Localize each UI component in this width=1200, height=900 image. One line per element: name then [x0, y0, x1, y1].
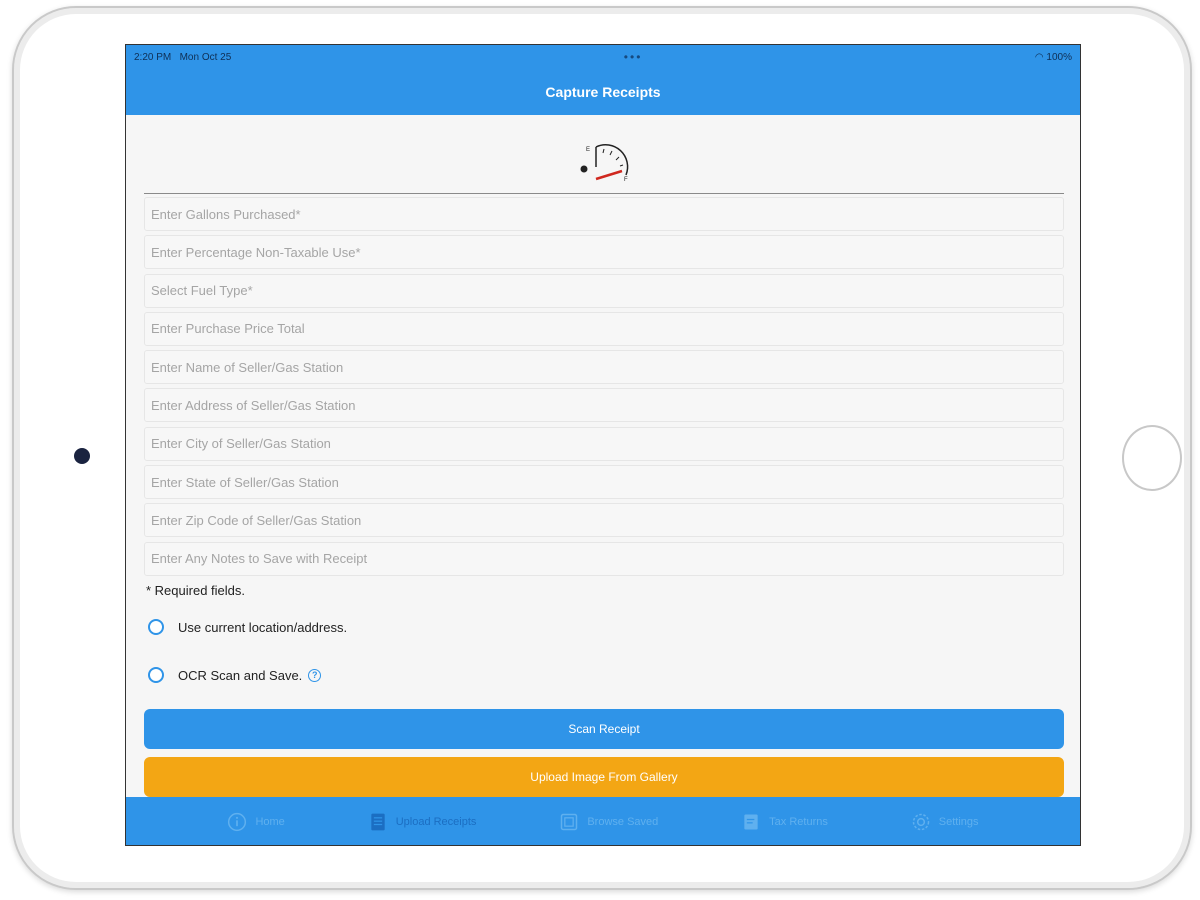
info-icon [227, 810, 247, 834]
seller-zip-input[interactable] [144, 503, 1064, 538]
gear-icon [911, 810, 931, 834]
nav-bar: Capture Receipts [126, 69, 1080, 115]
tab-browse-saved[interactable]: Browse Saved [559, 810, 658, 834]
tab-upload-receipts[interactable]: Upload Receipts [368, 810, 477, 834]
tab-bar: Home Upload Receipts Browse Saved Tax Re… [126, 797, 1080, 845]
app-screen: 2:20 PM Mon Oct 25 ••• ◠ 100% Capture Re… [125, 44, 1081, 846]
header-divider [144, 193, 1064, 194]
non-taxable-percent-input[interactable] [144, 235, 1064, 270]
status-bar: 2:20 PM Mon Oct 25 ••• ◠ 100% [126, 45, 1080, 69]
tab-home[interactable]: Home [227, 810, 285, 834]
upload-from-gallery-button[interactable]: Upload Image From Gallery [144, 757, 1064, 797]
front-camera [74, 448, 90, 464]
seller-address-input[interactable] [144, 388, 1064, 423]
fuel-type-select[interactable] [144, 273, 1064, 308]
battery-percent: 100% [1046, 51, 1072, 63]
tab-tax-returns-label: Tax Returns [769, 816, 828, 828]
receipt-notes-input[interactable] [144, 541, 1064, 576]
status-time: 2:20 PM [134, 51, 172, 63]
seller-state-input[interactable] [144, 465, 1064, 500]
ocr-scan-label: OCR Scan and Save. [178, 667, 303, 683]
svg-text:F: F [624, 177, 628, 183]
status-battery: ◠ 100% [1035, 52, 1072, 63]
purchase-price-input[interactable] [144, 311, 1064, 346]
document-icon [368, 810, 388, 834]
status-time-date: 2:20 PM Mon Oct 25 [134, 52, 231, 63]
receipt-form [144, 197, 1064, 580]
seller-city-input[interactable] [144, 426, 1064, 461]
tab-home-label: Home [255, 816, 285, 828]
tab-browse-saved-label: Browse Saved [587, 816, 659, 828]
home-button[interactable] [1122, 425, 1182, 491]
fuel-gauge-logo-icon: E F [580, 144, 629, 183]
page-title: Capture Receipts [545, 84, 661, 100]
gallery-icon [559, 810, 579, 834]
svg-text:E: E [586, 147, 590, 153]
tab-upload-receipts-label: Upload Receipts [395, 816, 477, 828]
multitask-dots[interactable]: ••• [624, 50, 643, 64]
use-location-radio[interactable] [148, 619, 164, 635]
tab-tax-returns[interactable]: Tax Returns [741, 810, 828, 834]
form-icon [741, 810, 761, 834]
use-location-option[interactable]: Use current location/address. [148, 619, 347, 635]
tab-settings-label: Settings [938, 816, 979, 828]
status-date: Mon Oct 25 [179, 51, 232, 63]
help-icon[interactable]: ? [308, 668, 322, 682]
tab-settings[interactable]: Settings [911, 810, 979, 834]
ocr-scan-radio[interactable] [148, 667, 164, 683]
wifi-icon: ◠ [1034, 51, 1047, 63]
scan-receipt-button[interactable]: Scan Receipt [144, 709, 1064, 749]
ocr-scan-option[interactable]: OCR Scan and Save. ? [148, 667, 322, 683]
required-fields-note: * Required fields. [146, 583, 245, 598]
gallons-input[interactable] [144, 197, 1064, 231]
seller-name-input[interactable] [144, 350, 1064, 385]
use-location-label: Use current location/address. [178, 619, 348, 635]
